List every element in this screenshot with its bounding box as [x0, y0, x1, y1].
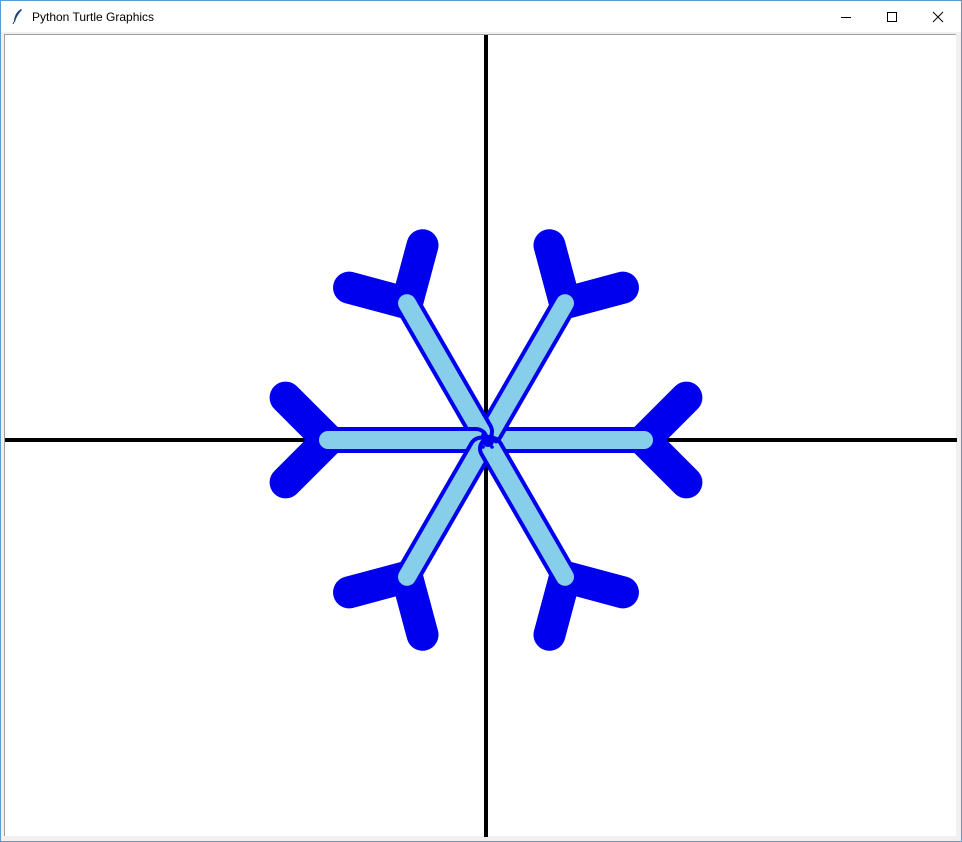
- snowflake-arm-2: [398, 294, 490, 441]
- snowflake-arm-1: [482, 294, 574, 441]
- turtle-leg: [481, 445, 485, 449]
- turtle-canvas[interactable]: [4, 34, 957, 837]
- turtle-head: [493, 438, 499, 444]
- close-button[interactable]: [915, 1, 961, 32]
- minimize-button[interactable]: [823, 1, 869, 32]
- turtle-leg: [490, 445, 494, 449]
- snowflake-arm-4: [398, 439, 490, 586]
- turtle-leg: [490, 433, 494, 437]
- turtle-leg: [481, 433, 485, 437]
- close-icon: [932, 11, 944, 22]
- window-title: Python Turtle Graphics: [32, 10, 155, 24]
- feather-icon: [12, 9, 22, 24]
- snowflake-drawing: [5, 35, 957, 837]
- turtle-body: [482, 435, 494, 447]
- snowflake-arm-5: [482, 439, 574, 586]
- maximize-icon: [887, 11, 897, 22]
- minimize-icon: [841, 16, 851, 18]
- title-bar[interactable]: Python Turtle Graphics: [1, 1, 961, 32]
- maximize-button[interactable]: [869, 1, 915, 32]
